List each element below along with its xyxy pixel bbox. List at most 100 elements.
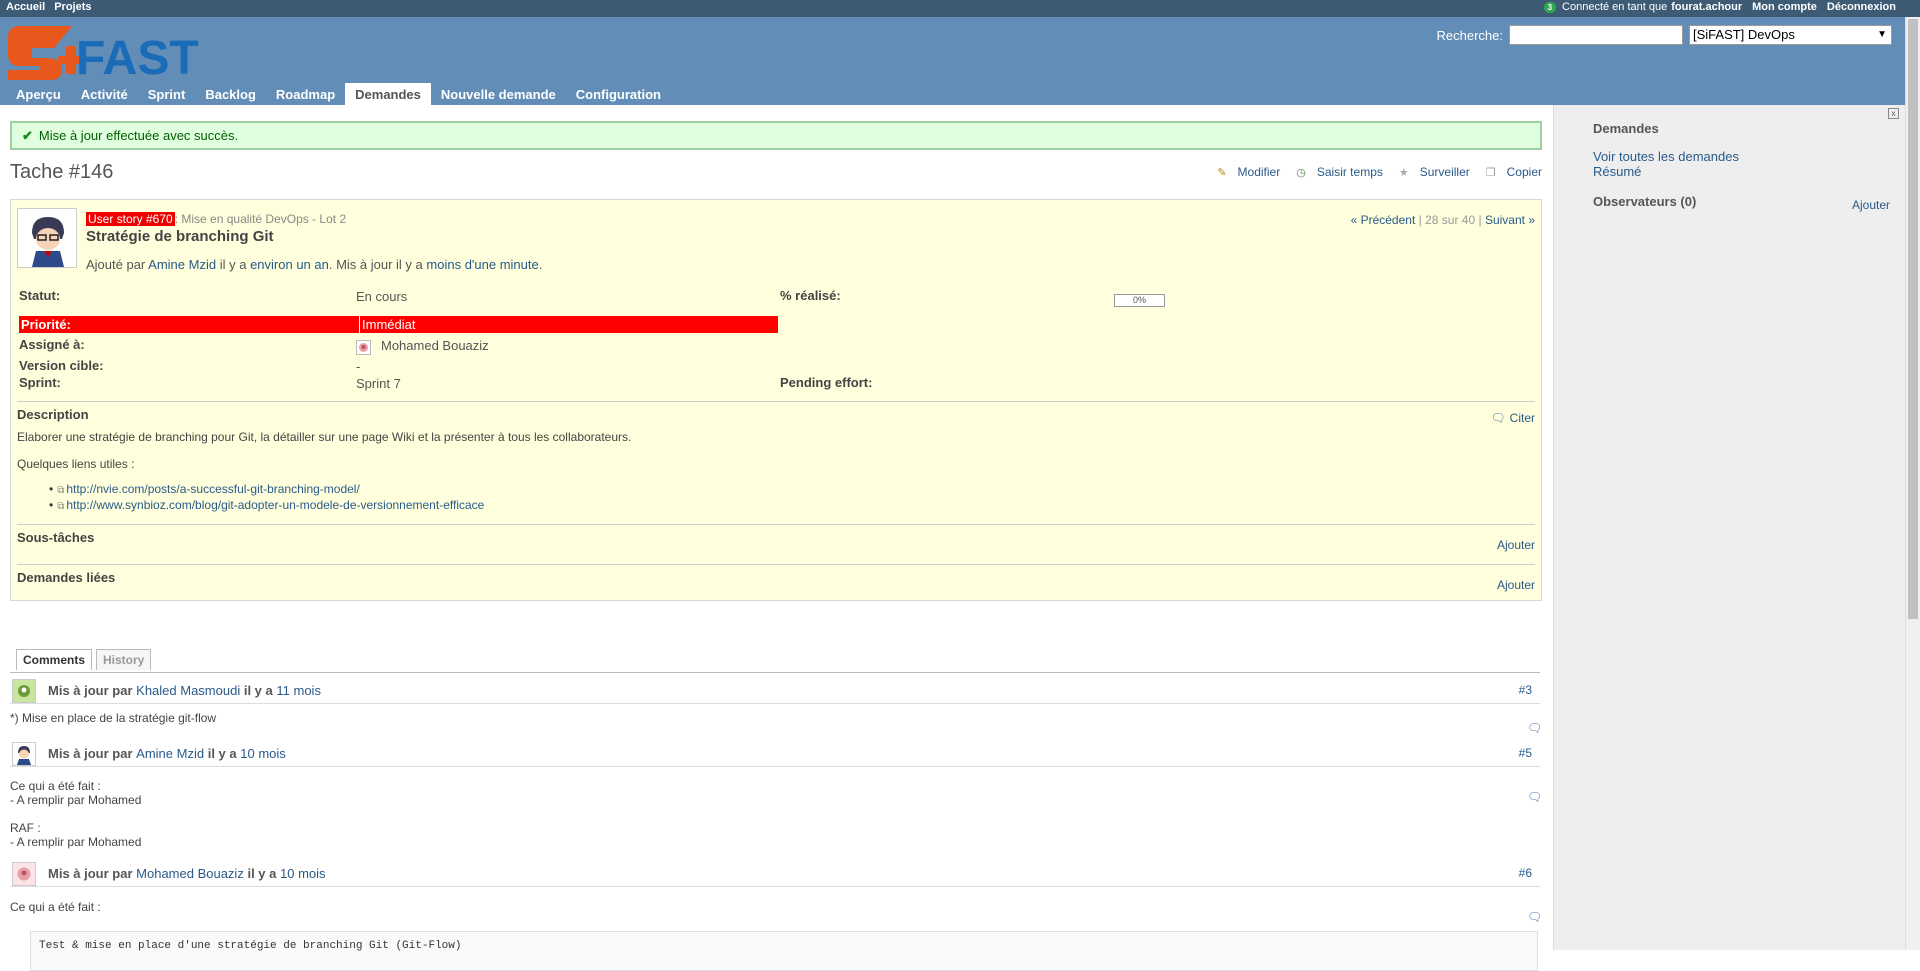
created-ago-link[interactable]: environ un an [250, 257, 329, 272]
tab-overview[interactable]: Aperçu [6, 83, 71, 105]
speech-bubble-icon[interactable]: 🗨 [1527, 721, 1542, 735]
tab-settings[interactable]: Configuration [566, 83, 671, 105]
link-synbioz[interactable]: http://www.synbioz.com/blog/git-adopter-… [66, 498, 484, 512]
edit-button[interactable]: ✎ Modifier [1209, 165, 1280, 179]
journal-note: RAF : [10, 821, 41, 835]
parent-issue-link[interactable]: User story #670 [86, 212, 175, 226]
tab-issues[interactable]: Demandes [345, 83, 431, 105]
journal-user-link[interactable]: Amine Mzid [136, 746, 204, 761]
bullet-icon: • [49, 482, 54, 496]
home-link[interactable]: Accueil [6, 1, 45, 13]
journal-by: Mis à jour par [48, 866, 133, 881]
subtasks-title: Sous-tâches [17, 530, 95, 545]
sifast-logo: FAST [6, 24, 200, 85]
journal-user-link[interactable]: Khaled Masmoudi [136, 683, 240, 698]
logged-user[interactable]: fourat.achour [1671, 1, 1742, 13]
journal-header: Mis à jour par Khaled Masmoudi il y a 11… [10, 679, 1540, 704]
assignee-link[interactable]: Mohamed Bouaziz [381, 338, 489, 353]
close-icon[interactable]: x [1888, 108, 1899, 119]
tab-comments[interactable]: Comments [16, 649, 93, 670]
author-line: Ajouté par Amine Mzid il y a environ un … [86, 257, 542, 272]
tab-backlog[interactable]: Backlog [195, 83, 266, 105]
star-icon: ★ [1398, 167, 1409, 179]
quote-button[interactable]: 🗨 Citer [1490, 411, 1535, 425]
created-ago-prefix: il y a [219, 257, 247, 272]
journal-ago-prefix: il y a [207, 746, 237, 761]
main-content: ✔ Mise à jour effectuée avec succès. Tach… [0, 105, 1553, 971]
log-time-button[interactable]: ◷ Saisir temps [1288, 165, 1383, 179]
issue-actions: ✎ Modifier ◷ Saisir temps ★ Surveiller ❐ Cop… [1201, 165, 1542, 179]
flash-notice: ✔ Mise à jour effectuée avec succès. [10, 121, 1542, 150]
tab-sprint[interactable]: Sprint [138, 83, 196, 105]
link-nvie[interactable]: http://nvie.com/posts/a-successful-git-b… [66, 482, 359, 496]
journal-number[interactable]: #5 [1519, 746, 1532, 760]
watch-button[interactable]: ★ Surveiller [1391, 165, 1470, 179]
journal-ago-prefix: il y a [243, 683, 273, 698]
tab-new-issue[interactable]: Nouvelle demande [431, 83, 566, 105]
tab-history[interactable]: History [96, 649, 152, 670]
journal-ago-link[interactable]: 11 mois [276, 683, 321, 698]
vertical-scrollbar[interactable] [1905, 17, 1920, 950]
external-link-icon: ⧉ [57, 501, 65, 512]
journal-note: - A remplir par Mohamed [10, 793, 142, 807]
header: FAST Recherche: [SiFAST] DevOps ▼ Aperçu… [0, 17, 1906, 105]
list-item: • ⧉ http://nvie.com/posts/a-successful-git… [49, 482, 360, 496]
related-issues-title: Demandes liées [17, 570, 116, 585]
description-title: Description [17, 407, 89, 422]
avatar [12, 742, 36, 766]
check-icon: ✔ [22, 128, 33, 143]
scrollbar-thumb[interactable] [1908, 19, 1918, 619]
speech-bubble-icon[interactable]: 🗨 [1527, 790, 1542, 804]
projects-link[interactable]: Projets [54, 1, 91, 13]
chevron-down-icon: ▼ [1877, 29, 1887, 40]
priority-row: Priorité: Immédiat [19, 316, 778, 333]
next-link[interactable]: Suivant » [1485, 213, 1535, 227]
tab-roadmap[interactable]: Roadmap [266, 83, 345, 105]
author-link[interactable]: Amine Mzid [148, 257, 216, 272]
logo-text: FAST [76, 32, 199, 82]
add-relation-link[interactable]: Ajouter [1497, 578, 1535, 592]
target-version-value: - [356, 359, 361, 374]
sidebar-item-all-issues[interactable]: Voir toutes les demandes [1593, 149, 1739, 164]
tab-activity[interactable]: Activité [71, 83, 138, 105]
issue-navigation: « Précédent | 28 sur 40 | Suivant » [1351, 213, 1535, 227]
divider [17, 401, 1535, 402]
project-select[interactable]: [SiFAST] DevOps ▼ [1689, 25, 1892, 45]
top-menu: Accueil Projets 3 Connecté en tant que f… [0, 0, 1920, 17]
search-input[interactable] [1509, 25, 1683, 45]
issue-position: 28 sur 40 [1425, 213, 1476, 227]
journal-number[interactable]: #3 [1519, 683, 1532, 697]
journal-ago-link[interactable]: 10 mois [280, 866, 326, 881]
journal-number[interactable]: #6 [1519, 866, 1532, 880]
logout-link[interactable]: Déconnexion [1827, 1, 1896, 13]
speech-bubble-icon[interactable]: 🗨 [1527, 910, 1542, 924]
nav-separator: | [1478, 213, 1482, 227]
my-account-link[interactable]: Mon compte [1752, 1, 1817, 13]
status-value: En cours [356, 289, 408, 304]
sidebar-title: Demandes [1593, 121, 1659, 136]
pending-effort-label: Pending effort: [780, 375, 873, 390]
add-subtask-link[interactable]: Ajouter [1497, 538, 1535, 552]
done-ratio-label: % réalisé: [780, 288, 841, 303]
list-item: • ⧉ http://www.synbioz.com/blog/git-adopte… [49, 498, 484, 512]
avatar [12, 679, 36, 703]
sidebar-item-summary[interactable]: Résumé [1593, 164, 1641, 179]
search-area: Recherche: [SiFAST] DevOps ▼ [1437, 25, 1892, 45]
assignee-avatar [356, 340, 371, 358]
journal-user-link[interactable]: Mohamed Bouaziz [136, 866, 244, 881]
add-watcher-link[interactable]: Ajouter [1852, 198, 1890, 212]
updated-ago-link[interactable]: moins d'une minute [426, 257, 538, 272]
log-time-label: Saisir temps [1316, 165, 1383, 179]
links-intro: Quelques liens utiles : [17, 457, 135, 471]
journal-ago-link[interactable]: 10 mois [240, 746, 286, 761]
copy-button[interactable]: ❐ Copier [1478, 165, 1542, 179]
author-avatar [17, 208, 77, 268]
previous-link[interactable]: « Précédent [1351, 213, 1416, 227]
sprint-label: Sprint: [19, 375, 61, 390]
main-menu: Aperçu Activité Sprint Backlog Roadmap D… [6, 83, 671, 105]
assignee-label: Assigné à: [19, 337, 85, 352]
sprint-link[interactable]: Sprint 7 [356, 376, 401, 391]
external-link-icon: ⧉ [57, 485, 65, 496]
notification-badge[interactable]: 3 [1543, 1, 1557, 13]
journal-by: Mis à jour par [48, 746, 133, 761]
